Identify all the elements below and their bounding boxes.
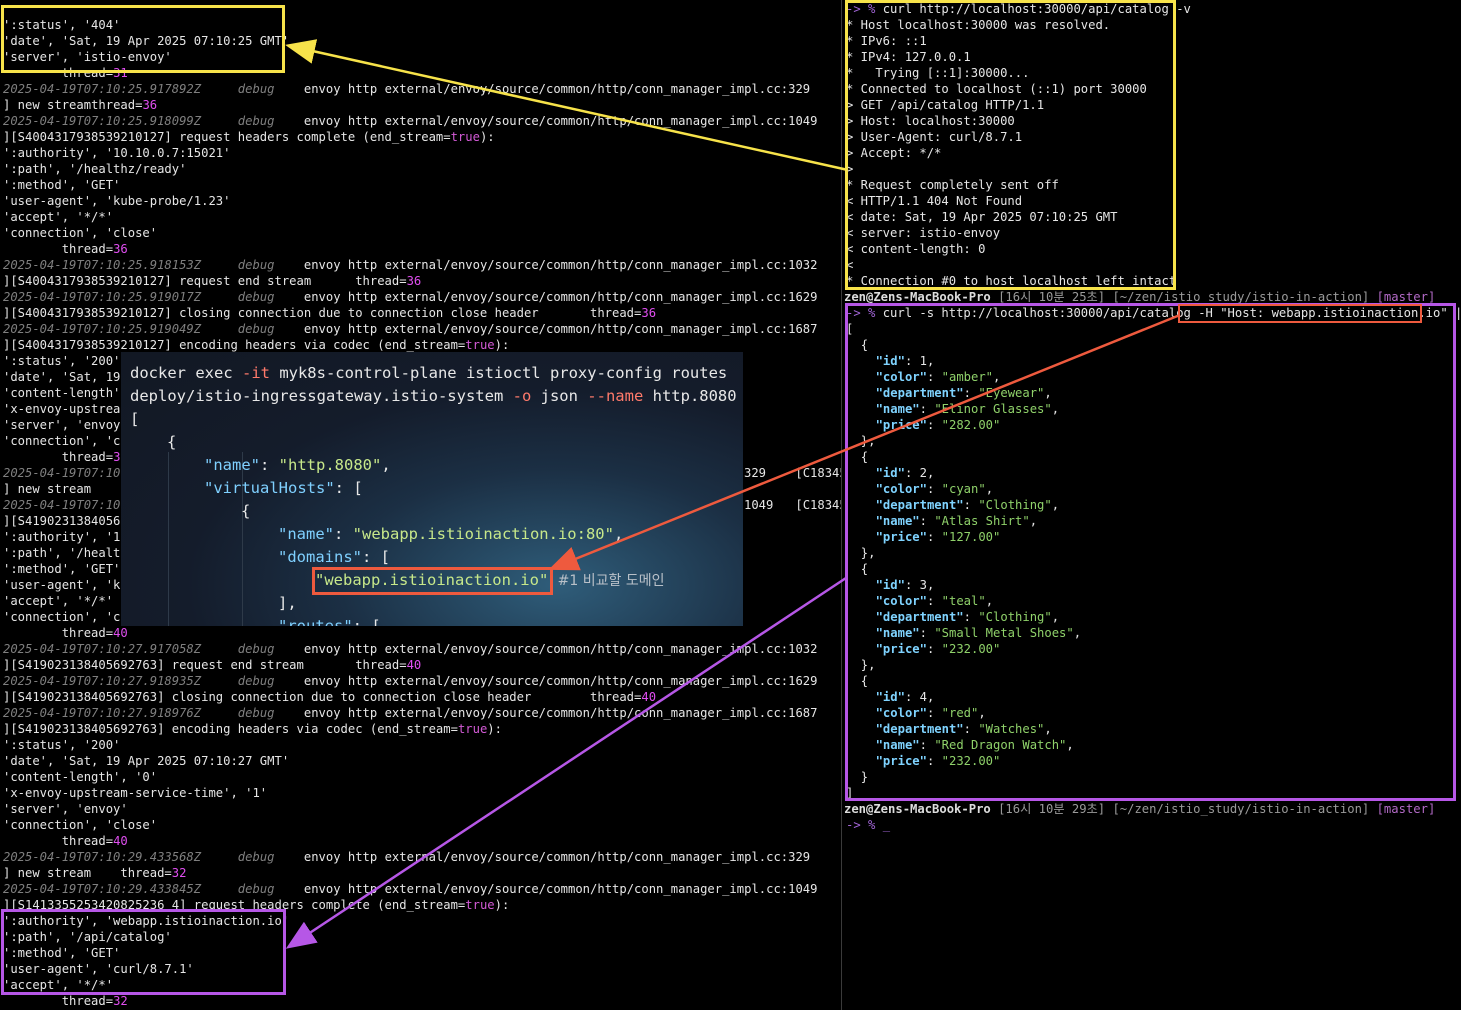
- snippet-brace: {: [167, 433, 177, 451]
- log-line: 2025-04-19T07:10:25.919049Z debug envoy …: [3, 322, 818, 336]
- log-timestamp: 2025-04-19T07:10:25.918153Z: [3, 258, 202, 272]
- proxy-config-routes-snippet: docker exec -it myk8s-control-plane isti…: [121, 352, 743, 626]
- snippet-routes-line: "routes": [: [278, 617, 381, 626]
- authority-header-highlight-box: [1, 909, 286, 995]
- log-line: 2025-04-19T07:10:27.917058Z debug envoy …: [3, 642, 818, 656]
- log-line: 2025-04-19T07:10:25.917892Z debug envoy …: [3, 82, 841, 96]
- log-line: ] new stream thread=32: [3, 866, 187, 880]
- log-timestamp: 2025-04-19T07:10:: [3, 466, 128, 480]
- log-line: ':status', '200': [3, 354, 121, 368]
- log-timestamp: 2025-04-19T07:10:27.918976Z: [3, 706, 202, 720]
- log-line: 'connection', 'cl: [3, 434, 128, 448]
- log-line: 'date', 'Sat, 19: [3, 370, 121, 384]
- log-timestamp: 2025-04-19T07:10:27.917058Z: [3, 642, 202, 656]
- log-line: ] new streamthread=36: [3, 98, 158, 112]
- log-line: ][S4004317938539210127] encoding headers…: [3, 338, 510, 352]
- snippet-name-line: "name": "http.8080",: [204, 456, 391, 474]
- log-line: 'x-envoy-upstream: [3, 402, 128, 416]
- log-timestamp: 2025-04-19T07:10:29.433845Z: [3, 882, 202, 896]
- shell-cursor-line: -> % _: [846, 818, 891, 832]
- log-line: 'x-envoy-upstream-service-time', '1': [3, 786, 268, 800]
- log-line: thread=36: [3, 242, 128, 256]
- log-line: ] new stream t: [3, 482, 128, 496]
- snippet-domains-close: ],: [278, 594, 297, 612]
- log-line: ':authority', '10.10.0.7:15021': [3, 146, 231, 160]
- log-line: ][S419023138405692763] encoding headers …: [3, 722, 502, 736]
- log-line: thread=36: [3, 450, 128, 464]
- domain-highlight-box: [312, 567, 553, 595]
- log-line: 2025-04-19T07:10:29.433845Z debug envoy …: [3, 882, 818, 896]
- snippet-cmd-line-2: deploy/istio-ingressgateway.istio-system…: [130, 387, 737, 405]
- host-header-highlight-box: [1178, 304, 1422, 323]
- snippet-json-open: [: [130, 410, 140, 428]
- cursor: _: [882, 818, 891, 832]
- snippet-vh-name-line: "name": "webapp.istioinaction.io:80",: [278, 525, 624, 543]
- log-line: 2025-04-19T07:10:25.918099Z debug envoy …: [3, 114, 818, 128]
- shell-prompt: zen@Zens-MacBook-Pro [16시 10분 29초] [~/ze…: [844, 802, 1436, 816]
- log-line: 2025-04-19T07:10:27.918935Z debug envoy …: [3, 674, 818, 688]
- log-line: 'server', 'envoy': [3, 802, 128, 816]
- log-line: 2025-04-19T07:10:29.433568Z debug envoy …: [3, 850, 841, 864]
- log-timestamp: 2025-04-19T07:10:25.917892Z: [3, 82, 202, 96]
- log-line: thread=40: [3, 834, 128, 848]
- log-line: ':path', '/healthz/ready': [3, 162, 187, 176]
- log-line: 'user-agent', 'ku: [3, 578, 128, 592]
- log-timestamp: 2025-04-19T07:10:27.918935Z: [3, 674, 202, 688]
- log-line: ][S4004317938539210127] request end stre…: [3, 274, 422, 288]
- log-line: 'server', 'envoy': [3, 418, 128, 432]
- log-line: 'user-agent', 'kube-probe/1.23': [3, 194, 231, 208]
- snippet-virtualhosts-line: "virtualHosts": [: [204, 479, 363, 497]
- log-line: 'content-length', '0': [3, 770, 158, 784]
- catalog-json-highlight-box: [845, 303, 1456, 801]
- log-line: 'accept', '*/*': [3, 594, 114, 608]
- log-line: ][S419023138405692763] closing connectio…: [3, 690, 657, 704]
- log-line: ][S4004317938539210127] closing connecti…: [3, 306, 657, 320]
- snippet-cmd-line-1: docker exec -it myk8s-control-plane isti…: [130, 364, 728, 382]
- log-line: 2025-04-19T07:10:25.919017Z debug envoy …: [3, 290, 818, 304]
- log-line: 'connection', 'cl: [3, 610, 128, 624]
- log-timestamp: 2025-04-19T07:10:25.918099Z: [3, 114, 202, 128]
- log-line: ][S41902313840569: [3, 514, 128, 528]
- log-line: 2025-04-19T07:10:25.918153Z debug envoy …: [3, 258, 818, 272]
- log-line: thread=40: [3, 626, 128, 640]
- snippet-vh-brace: {: [241, 502, 251, 520]
- log-line: 2025-04-19T07:10: 329 [C18345: [3, 466, 841, 480]
- log-line: ][S4004317938539210127] request headers …: [3, 130, 495, 144]
- log-line: ':path', '/health: [3, 546, 128, 560]
- log-line: ':method', 'GET': [3, 562, 121, 576]
- log-line: 2025-04-19T07:10: 1049 [C18345: [3, 498, 841, 512]
- log-timestamp: 2025-04-19T07:10:: [3, 498, 128, 512]
- indent-guide: [168, 452, 169, 626]
- snippet-domains-line: "domains": [: [278, 548, 390, 566]
- log-line: 2025-04-19T07:10:27.918976Z debug envoy …: [3, 706, 818, 720]
- log-line: ':status', '200': [3, 738, 121, 752]
- log-line: 'content-length',: [3, 386, 128, 400]
- log-timestamp: 2025-04-19T07:10:25.919017Z: [3, 290, 202, 304]
- log-line: ':method', 'GET': [3, 178, 121, 192]
- log-line: 'accept', '*/*': [3, 210, 114, 224]
- log-line: 'connection', 'close': [3, 226, 158, 240]
- log-timestamp: 2025-04-19T07:10:29.433568Z: [3, 850, 202, 864]
- log-line: 'date', 'Sat, 19 Apr 2025 07:10:27 GMT': [3, 754, 290, 768]
- status-404-highlight-box: [1, 5, 285, 73]
- log-line: thread=32: [3, 994, 128, 1008]
- log-line: 'connection', 'close': [3, 818, 158, 832]
- log-timestamp: 2025-04-19T07:10:25.919049Z: [3, 322, 202, 336]
- curl-verbose-highlight-box: [845, 0, 1176, 290]
- log-line: ][S419023138405692763] request end strea…: [3, 658, 422, 672]
- log-line: ':authority', '10: [3, 530, 128, 544]
